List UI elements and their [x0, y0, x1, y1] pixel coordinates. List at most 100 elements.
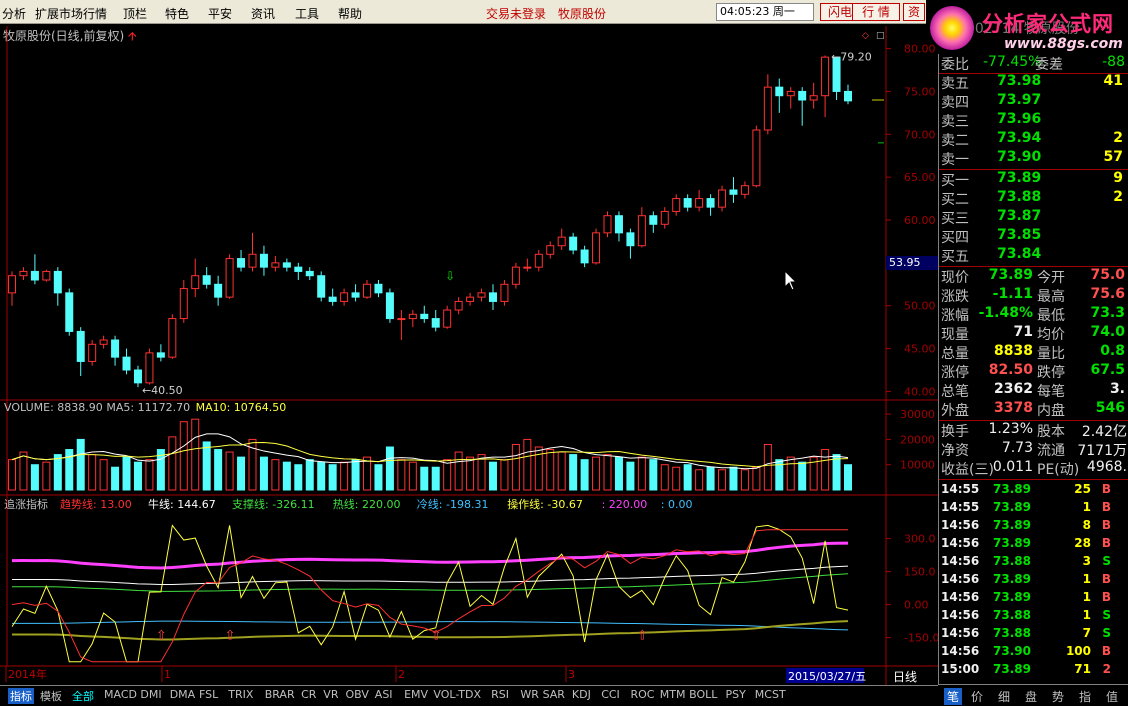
volume-bar	[294, 464, 303, 491]
stat-label: 最高	[1037, 289, 1065, 305]
indicator-tab-brar[interactable]: BRAR	[265, 688, 295, 701]
candle-body	[42, 270, 51, 281]
menu-analysis[interactable]: 分析	[2, 5, 26, 22]
quote-row: 总笔 2362 每笔 3.	[939, 381, 1128, 400]
volume-bar	[729, 466, 738, 491]
volume-bar	[569, 454, 578, 491]
current-price-tag: 53.95	[886, 256, 938, 270]
indicator-tab-psy[interactable]: PSY	[726, 688, 746, 701]
indicator-tab-指标[interactable]: 指标	[8, 688, 34, 704]
indicator-tab-rsi[interactable]: RSI	[491, 688, 509, 701]
volume-bar	[271, 459, 280, 491]
menu-pingan[interactable]: 平安	[208, 5, 232, 22]
indicator-tab-fsl[interactable]: FSL	[199, 688, 218, 701]
tick-time: 14:56	[941, 608, 980, 622]
stat-label: 最低	[1037, 308, 1065, 324]
candle-body	[729, 189, 738, 195]
quote-button[interactable]: 行 情	[852, 3, 900, 21]
tick-row: 14:55 73.89 1 B	[939, 499, 1128, 517]
trade-login-status[interactable]: 交易未登录	[486, 5, 546, 22]
quote-tab-4[interactable]: 势	[1052, 688, 1064, 705]
indicator-tab-mtm[interactable]: MTM	[660, 688, 686, 701]
candle-body	[397, 318, 406, 321]
stat-value: 3378	[994, 400, 1033, 416]
diff-value: -88	[1102, 54, 1125, 70]
indicator-tab-asi[interactable]: ASI	[375, 688, 393, 701]
ask-volume: 41	[1103, 73, 1123, 89]
bid-label: 买一	[941, 173, 969, 189]
indicator-tab-obv[interactable]: OBV	[346, 688, 369, 701]
quote-tab-1[interactable]: 价	[971, 688, 983, 705]
period-tab[interactable]: 日线	[893, 668, 917, 685]
candle-body	[672, 198, 681, 212]
tick-price: 73.89	[993, 482, 1031, 496]
volume-bar	[111, 466, 120, 491]
indicator-tab-cr[interactable]: CR	[301, 688, 316, 701]
tick-row: 14:56 73.88 1 S	[939, 607, 1128, 625]
volume-bar	[122, 456, 131, 491]
fin-label: 流通	[1037, 443, 1065, 459]
indicator-tab-vol-tdx[interactable]: VOL-TDX	[433, 688, 481, 701]
volume-bar	[225, 451, 234, 491]
indicator-header-item: : 0.00	[661, 498, 693, 511]
indicator-tab-trix[interactable]: TRIX	[228, 688, 253, 701]
indicator-tab-模板[interactable]: 模板	[40, 688, 62, 704]
info-button[interactable]: 资	[903, 3, 925, 21]
volume-bar	[511, 443, 520, 491]
candle-body	[328, 296, 337, 302]
candle-body	[168, 318, 177, 358]
indicator-tab-mcst[interactable]: MCST	[755, 688, 786, 701]
candle-body	[53, 270, 62, 294]
volume-bar	[237, 456, 246, 491]
volume-bar	[202, 441, 211, 491]
indicator-tab-vr[interactable]: VR	[323, 688, 338, 701]
candle-body	[385, 292, 394, 320]
quote-tab-5[interactable]: 指	[1079, 688, 1091, 705]
volume-bar	[363, 456, 372, 491]
volume-bar	[718, 469, 727, 491]
down-arrow-icon: ⇩	[445, 269, 455, 283]
candle-body	[294, 266, 303, 272]
tick-price: 73.89	[993, 536, 1031, 550]
quote-tab-3[interactable]: 盘	[1025, 688, 1037, 705]
candle-body	[580, 249, 589, 264]
menu-help[interactable]: 帮助	[338, 5, 362, 22]
menu-tools[interactable]: 工具	[295, 5, 319, 22]
indicator-tab-emv[interactable]: EMV	[404, 688, 428, 701]
tick-volume: 1	[1082, 608, 1091, 622]
tick-row: 15:00 73.89 71 2	[939, 661, 1128, 679]
tick-volume: 100	[1065, 644, 1091, 658]
menu-extended-market[interactable]: 扩展市场行情	[35, 5, 107, 22]
indicator-tab-kdj[interactable]: KDJ	[572, 688, 591, 701]
quote-row: 涨停 82.50 跌停 67.5	[939, 362, 1128, 381]
candle-body	[237, 258, 246, 268]
candle-body	[488, 292, 497, 302]
indicator-tab-boll[interactable]: BOLL	[689, 688, 717, 701]
indicator-tab-wr[interactable]: WR	[520, 688, 539, 701]
fin-value: 0.011	[992, 459, 1033, 475]
indicator-tab-roc[interactable]: ROC	[631, 688, 655, 701]
candle-body	[431, 318, 440, 328]
quote-tab-2[interactable]: 细	[998, 688, 1010, 705]
quote-tab-6[interactable]: 值	[1106, 688, 1118, 705]
ask-price: 73.96	[997, 111, 1042, 127]
indicator-tab-dmi[interactable]: DMI	[140, 688, 161, 701]
candle-body	[248, 253, 257, 268]
indicator-tab-macd[interactable]: MACD	[104, 688, 137, 701]
candle-body	[99, 339, 108, 345]
indicator-tab-sar[interactable]: SAR	[543, 688, 565, 701]
quote-tab-0[interactable]: 笔	[944, 688, 963, 705]
stat-value: 71	[1013, 324, 1033, 340]
volume-bar	[385, 446, 394, 491]
menu-news[interactable]: 资讯	[251, 5, 275, 22]
menu-topbar[interactable]: 顶栏	[123, 5, 147, 22]
volume-bar	[798, 461, 807, 491]
indicator-tab-cci[interactable]: CCI	[601, 688, 620, 701]
tick-side: B	[1101, 590, 1111, 604]
menu-features[interactable]: 特色	[165, 5, 189, 22]
indicator-tab-dma[interactable]: DMA	[170, 688, 196, 701]
indicator-header-item: 趋势线: 13.00	[60, 497, 132, 511]
kline-chart[interactable]: 80.0075.0070.0065.0060.0055.0050.0045.00…	[0, 26, 938, 686]
candle-body	[8, 275, 16, 294]
indicator-tab-全部[interactable]: 全部	[72, 688, 94, 704]
